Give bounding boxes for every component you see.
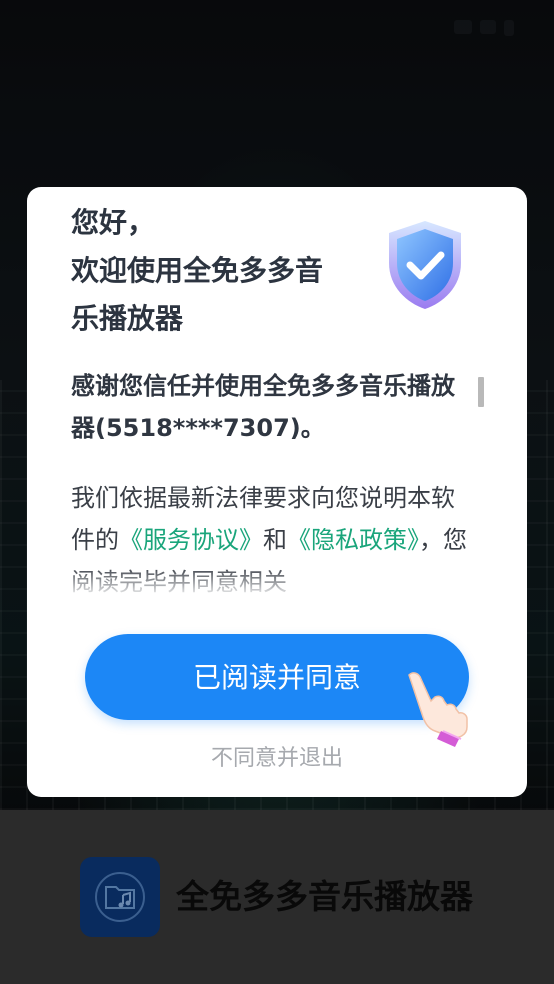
- scroll-fade: [71, 567, 491, 599]
- privacy-policy-link[interactable]: 《隐私政策》: [287, 526, 419, 554]
- privacy-dialog: 您好， 欢迎使用全免多多音 乐播放器 感谢您信任并使用全免多多音乐播放器(551…: [27, 187, 527, 797]
- scrollbar-thumb[interactable]: [478, 377, 484, 407]
- service-agreement-link[interactable]: 《服务协议》: [119, 526, 263, 554]
- greeting-line: 乐播放器: [71, 302, 184, 335]
- intro-text: 感谢您信任并使用全免多多音乐播放器(5518****7307)。: [71, 372, 455, 442]
- pointing-hand-icon: [408, 672, 468, 747]
- greeting-line: 欢迎使用全免多多音: [71, 254, 324, 287]
- shield-check-icon: [389, 221, 461, 309]
- greeting-line: 您好，: [71, 206, 156, 239]
- greeting-title: 您好， 欢迎使用全免多多音 乐播放器: [71, 199, 371, 343]
- agreement-scroll-area[interactable]: 感谢您信任并使用全免多多音乐播放器(5518****7307)。 我们依据最新法…: [71, 365, 471, 597]
- decline-exit-button[interactable]: 不同意并退出: [27, 743, 527, 775]
- and-text: 和: [263, 526, 287, 554]
